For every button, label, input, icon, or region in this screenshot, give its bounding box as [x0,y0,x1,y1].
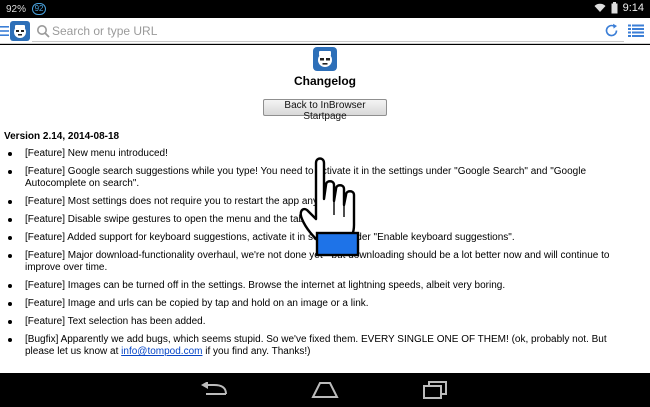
refresh-icon[interactable] [604,23,619,38]
battery-icon [611,2,618,14]
status-left: 92% 92 [6,3,47,15]
inbrowser-logo-icon [313,47,337,71]
page-content: Changelog Back to InBrowser Startpage Ve… [0,45,650,373]
list-item: [Feature] Text selection has been added. [0,316,650,328]
page-title: Changelog [294,74,356,88]
status-bar: 92% 92 9:14 [0,0,650,18]
search-underline [32,41,624,42]
tab-list-icon[interactable] [628,24,644,38]
status-right: 9:14 [594,2,644,14]
notification-badge: 92 [32,3,47,15]
list-item-text: [Feature] Added support for keyboard sug… [25,232,515,243]
version-heading: Version 2.14, 2014-08-18 [4,131,120,142]
browser-toolbar [0,18,650,44]
bugfix-text-before: [Bugfix] Apparently we add bugs, which s… [25,334,607,357]
bullet [8,218,12,222]
list-item: [Feature] Image and urls can be copied b… [0,298,650,310]
list-item-text: [Feature] Image and urls can be copied b… [25,298,369,309]
bullet [8,338,12,342]
bullet [8,200,12,204]
search-icon [37,25,50,38]
bullet [8,254,12,258]
bullet [8,320,12,324]
list-item-text: [Feature] Images can be turned off in th… [25,280,506,291]
bullet [8,152,12,156]
search-input[interactable] [52,21,592,41]
battery-percent: 92% [6,3,27,15]
list-item: [Bugfix] Apparently we add bugs, which s… [0,334,650,358]
bugfix-text-after: if you find any. Thanks!) [202,346,311,357]
bullet [8,284,12,288]
list-item-text: [Feature] Text selection has been added. [25,316,206,327]
email-link[interactable]: info@tompod.com [121,346,202,357]
wifi-icon [594,3,606,12]
menu-icon[interactable] [0,25,9,37]
bullet [8,170,12,174]
bullet [8,302,12,306]
hand-pointer-icon [299,157,360,257]
back-to-startpage-button[interactable]: Back to InBrowser Startpage [263,99,387,122]
clock: 9:14 [622,2,644,14]
list-item-text: [Feature] Disable swipe gestures to open… [25,214,323,225]
inbrowser-logo-icon[interactable] [10,21,30,41]
navigation-bar [0,373,650,407]
back-icon[interactable] [200,382,230,398]
home-icon[interactable] [310,381,340,399]
list-item: [Feature] Images can be turned off in th… [0,280,650,292]
list-item-text: [Feature] New menu introduced! [25,148,168,159]
recent-apps-icon[interactable] [422,381,448,399]
bullet [8,236,12,240]
